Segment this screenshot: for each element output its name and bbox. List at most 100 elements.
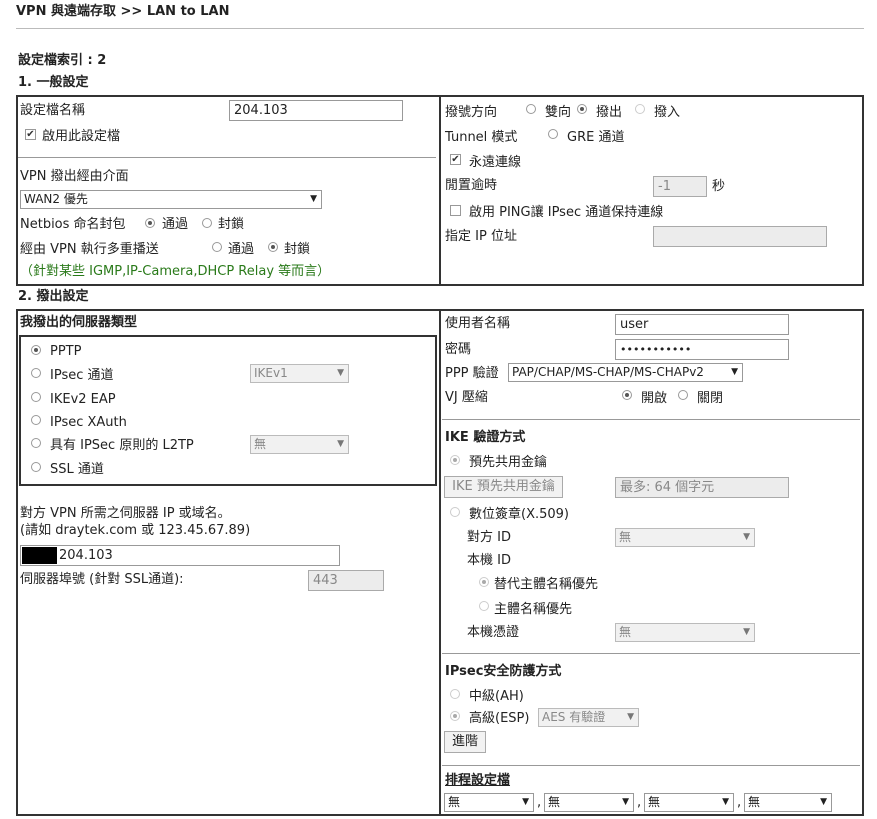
subject-radio[interactable] xyxy=(479,601,489,611)
tunnel-gre-label: GRE 通道 xyxy=(567,130,625,145)
type-ssl-label: SSL 通道 xyxy=(50,462,104,477)
idle-timeout-input[interactable]: -1 xyxy=(653,176,707,197)
subject-label: 主體名稱優先 xyxy=(494,602,573,617)
dir-both-label: 雙向 xyxy=(545,105,572,120)
type-xauth-radio[interactable] xyxy=(31,415,41,425)
esp-select[interactable]: AES 有驗證 ▼ xyxy=(538,708,639,727)
server-type-title: 我撥出的伺服器類型 xyxy=(20,315,138,330)
schedule-sep-3: , xyxy=(737,795,742,810)
l2tp-policy-select[interactable]: 無 ▼ xyxy=(250,435,349,454)
esp-radio[interactable] xyxy=(450,711,460,721)
chevron-down-icon: ▼ xyxy=(310,194,317,204)
chevron-down-icon: ▼ xyxy=(731,367,738,377)
netbios-pass-radio[interactable] xyxy=(145,218,155,228)
password-label: 密碼 xyxy=(445,342,472,357)
ike-title: IKE 驗證方式 xyxy=(445,430,526,445)
ppp-auth-select[interactable]: PAP/CHAP/MS-CHAP/MS-CHAPv2 ▼ xyxy=(508,363,743,382)
netbios-label: Netbios 命名封包 xyxy=(20,217,126,232)
ping-ip-input[interactable] xyxy=(653,226,827,247)
peer-id-select[interactable]: 無 ▼ xyxy=(615,528,755,547)
ah-radio[interactable] xyxy=(450,689,460,699)
vj-on-radio[interactable] xyxy=(622,390,632,400)
ping-keepalive-checkbox[interactable] xyxy=(450,205,461,216)
local-cert-select[interactable]: 無 ▼ xyxy=(615,623,755,642)
local-id-label: 本機 ID xyxy=(467,553,511,568)
server-ip-label: 對方 VPN 所需之伺服器 IP 或域名。 xyxy=(20,506,231,521)
schedule-select-1[interactable]: 無 ▼ xyxy=(444,793,534,812)
vj-on-label: 開啟 xyxy=(641,391,668,406)
dialout-iface-value: WAN2 優先 xyxy=(24,192,88,206)
ike-psk-button[interactable]: IKE 預先共用金鑰 xyxy=(444,476,563,498)
dialout-iface-select[interactable]: WAN2 優先 ▼ xyxy=(20,190,322,209)
l2tp-policy-value: 無 xyxy=(254,437,267,451)
chevron-down-icon: ▼ xyxy=(722,797,729,807)
netbios-block-radio[interactable] xyxy=(202,218,212,228)
esp-value: AES 有驗證 xyxy=(542,710,606,724)
always-on-checkbox[interactable]: ✔ xyxy=(450,154,461,165)
general-left-divider xyxy=(18,157,436,158)
type-ikev2-label: IKEv2 EAP xyxy=(50,392,116,407)
type-pptp-label: PPTP xyxy=(50,344,82,359)
cert-label: 數位簽章(X.509) xyxy=(469,507,569,522)
profile-name-input[interactable]: 204.103 xyxy=(229,100,403,121)
tunnel-gre-radio[interactable] xyxy=(548,129,558,139)
local-cert-label: 本機憑證 xyxy=(467,625,520,640)
chevron-down-icon: ▼ xyxy=(337,439,344,449)
chevron-down-icon: ▼ xyxy=(743,627,750,637)
ppp-auth-label: PPP 驗證 xyxy=(445,366,499,381)
server-ip-input[interactable]: 204.103 xyxy=(20,545,340,566)
ipsec-title: IPsec安全防護方式 xyxy=(445,664,562,679)
ah-label: 中級(AH) xyxy=(469,689,524,704)
multicast-block-radio[interactable] xyxy=(268,242,278,252)
type-l2tp-radio[interactable] xyxy=(31,438,41,448)
schedule-value-3: 無 xyxy=(648,795,661,809)
multicast-pass-radio[interactable] xyxy=(212,242,222,252)
idle-timeout-label: 閒置逾時 xyxy=(445,178,498,193)
peer-id-label: 對方 ID xyxy=(467,530,511,545)
psk-radio[interactable] xyxy=(450,455,460,465)
cert-radio[interactable] xyxy=(450,507,460,517)
server-port-input[interactable]: 443 xyxy=(308,570,384,591)
schedule-divider xyxy=(442,765,860,766)
vj-off-label: 關閉 xyxy=(697,391,724,406)
chevron-down-icon: ▼ xyxy=(627,712,634,722)
ppp-auth-value: PAP/CHAP/MS-CHAP/MS-CHAPv2 xyxy=(512,365,704,379)
profile-index: 設定檔索引 : 2 xyxy=(18,53,107,68)
schedule-select-2[interactable]: 無 ▼ xyxy=(544,793,634,812)
ipsec-divider xyxy=(442,653,860,654)
type-pptp-radio[interactable] xyxy=(31,345,41,355)
multicast-note: （針對某些 IGMP,IP-Camera,DHCP Relay 等而言） xyxy=(20,264,331,279)
ipsec-ike-select[interactable]: IKEv1 ▼ xyxy=(250,364,349,383)
alt-subject-radio[interactable] xyxy=(479,577,489,587)
chevron-down-icon: ▼ xyxy=(522,797,529,807)
type-ssl-radio[interactable] xyxy=(31,462,41,472)
breadcrumb: VPN 與遠端存取 >> LAN to LAN xyxy=(16,4,230,19)
server-port-label: 伺服器埠號 (針對 SSL通道): xyxy=(20,572,184,587)
username-input[interactable]: user xyxy=(615,314,789,335)
ike-psk-input[interactable]: 最多: 64 個字元 xyxy=(615,477,789,498)
vj-label: VJ 壓縮 xyxy=(445,390,488,405)
schedule-select-4[interactable]: 無 ▼ xyxy=(744,793,832,812)
dir-both-radio[interactable] xyxy=(526,104,536,114)
ike-divider xyxy=(442,419,860,420)
schedule-value-2: 無 xyxy=(548,795,561,809)
advanced-button[interactable]: 進階 xyxy=(444,731,486,753)
dir-in-radio[interactable] xyxy=(635,104,645,114)
type-ikev2-radio[interactable] xyxy=(31,392,41,402)
schedule-title: 排程設定檔 xyxy=(445,773,511,788)
enable-profile-checkbox[interactable]: ✔ xyxy=(25,129,36,140)
password-input[interactable]: ••••••••••• xyxy=(615,339,789,360)
dir-out-label: 撥出 xyxy=(596,105,623,120)
schedule-select-3[interactable]: 無 ▼ xyxy=(644,793,734,812)
schedule-value-4: 無 xyxy=(748,795,761,809)
dialout-iface-label: VPN 撥出經由介面 xyxy=(20,169,129,184)
vj-off-radio[interactable] xyxy=(678,390,688,400)
dial-direction-label: 撥號方向 xyxy=(445,105,498,120)
ping-keepalive-label: 啟用 PING讓 IPsec 通道保持連線 xyxy=(469,205,664,220)
type-xauth-label: IPsec XAuth xyxy=(50,415,127,430)
netbios-pass-label: 通過 xyxy=(162,217,189,232)
type-ipsec-radio[interactable] xyxy=(31,368,41,378)
dir-out-radio[interactable] xyxy=(577,104,587,114)
schedule-sep-2: , xyxy=(637,795,642,810)
local-cert-value: 無 xyxy=(619,625,632,639)
